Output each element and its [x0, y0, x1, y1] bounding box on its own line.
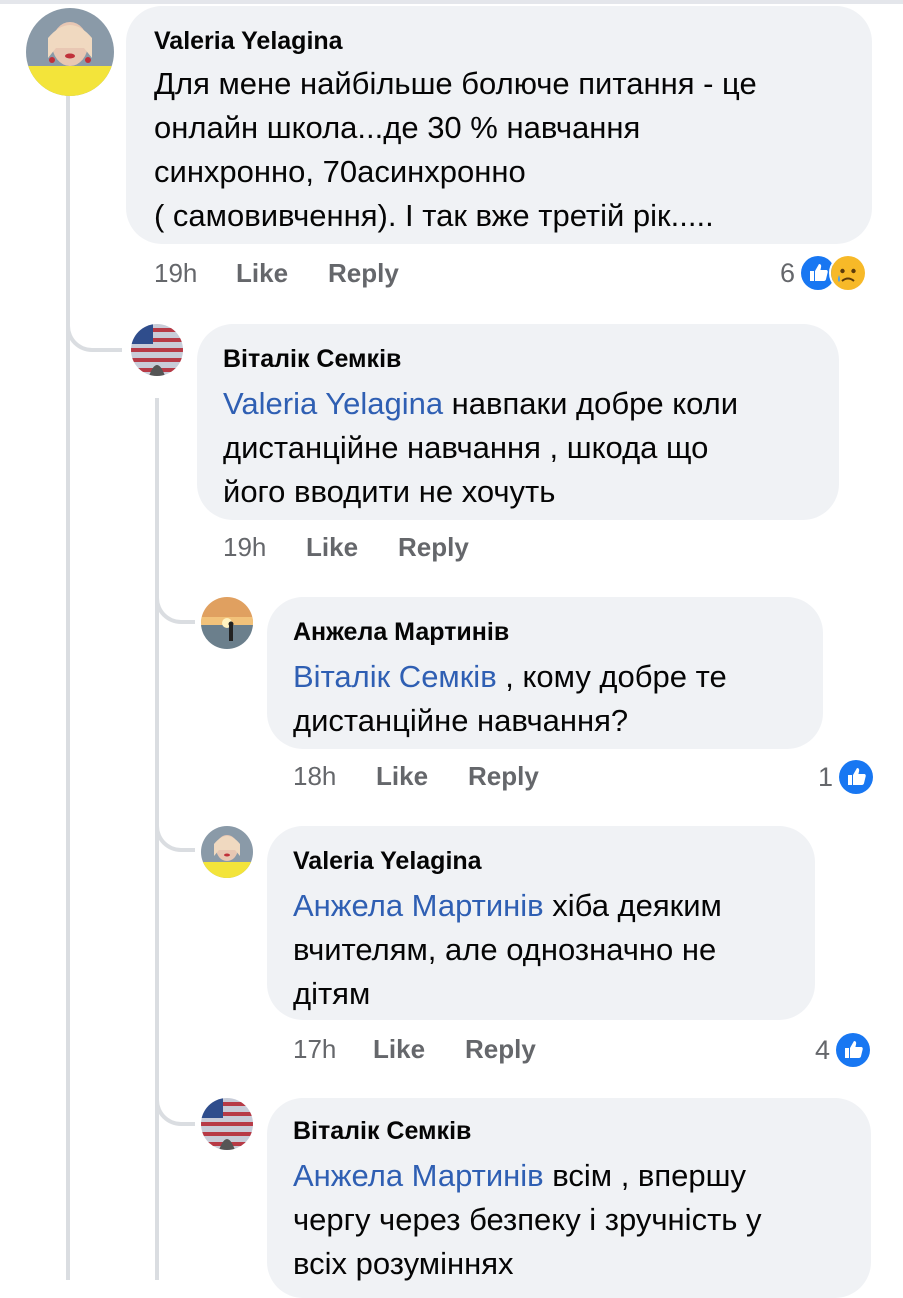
- mention-link[interactable]: Valeria Yelagina: [223, 386, 443, 421]
- mention-link[interactable]: Анжела Мартинів: [293, 888, 544, 923]
- comment-text-line: всіх розуміннях: [293, 1246, 514, 1281]
- comment-text: Анжела Мартинів хіба деяким вчителям, ал…: [293, 884, 815, 1016]
- top-divider: [0, 0, 903, 4]
- mention-link[interactable]: Анжела Мартинів: [293, 1158, 544, 1193]
- comment-text-line: дітям: [293, 976, 371, 1011]
- like-button[interactable]: Like: [373, 1034, 425, 1065]
- comment-timestamp[interactable]: 19h: [223, 532, 266, 563]
- comment-text: Для мене найбільше болюче питання - це о…: [154, 62, 872, 238]
- avatar[interactable]: [201, 1098, 253, 1150]
- comment-author[interactable]: Анжела Мартинів: [293, 617, 823, 647]
- thread-curve: [66, 300, 122, 352]
- thread-curve: [155, 1074, 195, 1126]
- reaction-summary[interactable]: 1: [818, 758, 876, 796]
- comment-bubble: Анжела Мартинів Віталік Семків , кому до…: [267, 597, 823, 749]
- reaction-summary[interactable]: 6: [780, 254, 868, 292]
- comment-text: Анжела Мартинів всім , впершу чергу чере…: [293, 1154, 871, 1286]
- reply-button[interactable]: Reply: [468, 761, 539, 792]
- comment-text-fragment: хіба деяким: [543, 888, 722, 923]
- comment-bubble: Valeria Yelagina Для мене найбільше болю…: [126, 6, 872, 244]
- comment-timestamp[interactable]: 18h: [293, 761, 336, 792]
- avatar[interactable]: [201, 597, 253, 649]
- reaction-count: 4: [815, 1034, 831, 1065]
- comment-text-line: його вводити не хочуть: [223, 474, 556, 509]
- like-button[interactable]: Like: [306, 532, 358, 563]
- comment-text-line: чергу через безпеку і зручність у: [293, 1202, 762, 1237]
- comment-text: Віталік Семків , кому добре те дистанцій…: [293, 655, 823, 743]
- comment-text-line: Valeria Yelagina навпаки добре коли: [223, 382, 839, 426]
- comment-author[interactable]: Valeria Yelagina: [154, 26, 872, 56]
- comment-bubble: Valeria Yelagina Анжела Мартинів хіба де…: [267, 826, 815, 1020]
- reaction-count: 1: [818, 761, 834, 792]
- comment-text-line: ( самовивчення). І так вже третій рік...…: [154, 198, 714, 233]
- reaction-summary[interactable]: 4: [815, 1031, 873, 1069]
- comment-text-fragment: , кому добре те: [496, 659, 727, 694]
- sad-icon: [829, 254, 868, 292]
- like-button[interactable]: Like: [236, 258, 288, 289]
- comment-text-line: Для мене найбільше болюче питання - це: [154, 66, 757, 101]
- comment-bubble: Віталік Семків Valeria Yelagina навпаки …: [197, 324, 839, 520]
- mention-link[interactable]: Віталік Семків: [293, 659, 497, 694]
- comment-text-line: Віталік Семків , кому добре те: [293, 655, 823, 699]
- comment-text-line: дистанційне навчання , шкода що: [223, 430, 709, 465]
- avatar[interactable]: [201, 826, 253, 878]
- comment-text-line: онлайн школа...де 30 % навчання: [154, 110, 641, 145]
- comment-bubble: Віталік Семків Анжела Мартинів всім , вп…: [267, 1098, 871, 1298]
- comment-text-fragment: навпаки добре коли: [443, 386, 739, 421]
- avatar[interactable]: [26, 8, 114, 96]
- like-icon: [837, 758, 876, 796]
- comment-text-line: синхронно, 70асинхронно: [154, 154, 526, 189]
- comment-text-line: Анжела Мартинів всім , впершу: [293, 1154, 871, 1198]
- comment-author[interactable]: Віталік Семків: [293, 1116, 871, 1146]
- thread-line-main: [66, 96, 70, 1280]
- thread-curve: [155, 800, 195, 852]
- comment-timestamp[interactable]: 19h: [154, 258, 197, 289]
- comment-text-line: дистанційне навчання?: [293, 703, 629, 738]
- like-icon: [834, 1031, 873, 1069]
- reply-button[interactable]: Reply: [398, 532, 469, 563]
- comment-text-line: Анжела Мартинів хіба деяким: [293, 884, 815, 928]
- comment-author[interactable]: Valeria Yelagina: [293, 846, 815, 876]
- comment-text-fragment: всім , впершу: [543, 1158, 747, 1193]
- comment-text: Valeria Yelagina навпаки добре коли дист…: [223, 382, 839, 514]
- comment-author[interactable]: Віталік Семків: [223, 344, 839, 374]
- reply-button[interactable]: Reply: [465, 1034, 536, 1065]
- like-button[interactable]: Like: [376, 761, 428, 792]
- comment-text-line: вчителям, але однозначно не: [293, 932, 717, 967]
- avatar[interactable]: [131, 324, 183, 376]
- reaction-count: 6: [780, 257, 796, 288]
- thread-curve: [155, 572, 195, 624]
- comment-timestamp[interactable]: 17h: [293, 1034, 336, 1065]
- reply-button[interactable]: Reply: [328, 258, 399, 289]
